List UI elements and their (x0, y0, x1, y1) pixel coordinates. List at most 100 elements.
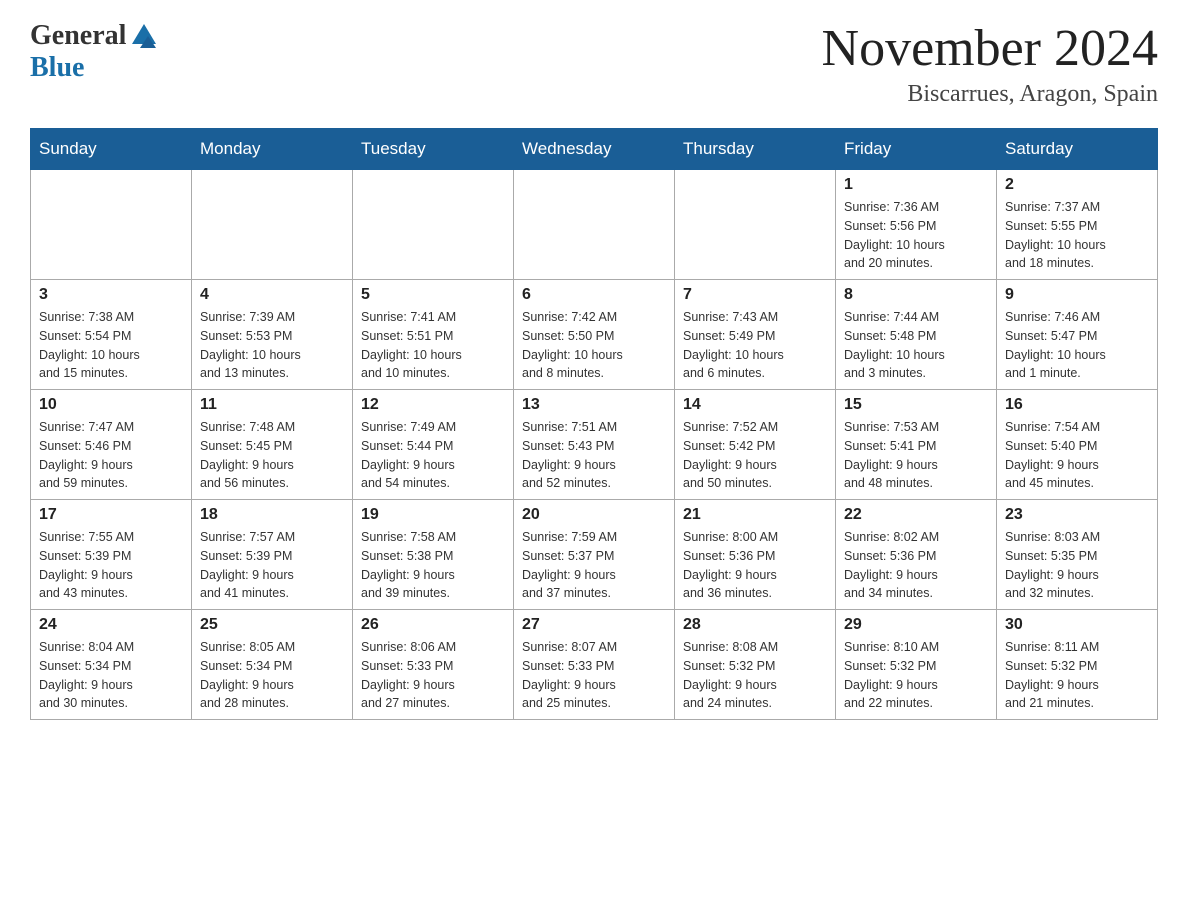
day-info: Sunrise: 7:58 AM Sunset: 5:38 PM Dayligh… (361, 530, 456, 600)
day-number: 4 (200, 286, 344, 304)
day-number: 6 (522, 286, 666, 304)
header-day-wednesday: Wednesday (514, 129, 675, 170)
calendar-cell: 5 Sunrise: 7:41 AM Sunset: 5:51 PM Daylig… (353, 280, 514, 390)
calendar-cell (31, 170, 192, 280)
day-number: 10 (39, 396, 183, 414)
calendar-cell: 25Sunrise: 8:05 AM Sunset: 5:34 PM Dayli… (192, 610, 353, 720)
calendar-cell: 8Sunrise: 7:44 AM Sunset: 5:48 PM Daylig… (836, 280, 997, 390)
calendar-cell (675, 170, 836, 280)
day-number: 12 (361, 396, 505, 414)
day-info: Sunrise: 7:54 AM Sunset: 5:40 PM Dayligh… (1005, 420, 1100, 490)
day-info: Sunrise: 8:06 AM Sunset: 5:33 PM Dayligh… (361, 640, 456, 710)
day-number: 9 (1005, 286, 1149, 304)
month-title: November 2024 (822, 20, 1158, 77)
day-info: Sunrise: 7:43 AM Sunset: 5:49 PM Dayligh… (683, 310, 784, 380)
day-number: 1 (844, 176, 988, 194)
calendar-cell: 1Sunrise: 7:36 AM Sunset: 5:56 PM Daylig… (836, 170, 997, 280)
day-info: Sunrise: 7:55 AM Sunset: 5:39 PM Dayligh… (39, 530, 134, 600)
calendar-header-row: SundayMondayTuesdayWednesdayThursdayFrid… (31, 129, 1158, 170)
logo: General Blue (30, 20, 164, 84)
calendar-cell: 28 Sunrise: 8:08 AM Sunset: 5:32 PM Dayli… (675, 610, 836, 720)
header-day-thursday: Thursday (675, 129, 836, 170)
day-number: 5 (361, 286, 505, 304)
calendar-cell: 19 Sunrise: 7:58 AM Sunset: 5:38 PM Dayli… (353, 500, 514, 610)
day-info: Sunrise: 7:38 AM Sunset: 5:54 PM Dayligh… (39, 310, 140, 380)
calendar-cell: 7 Sunrise: 7:43 AM Sunset: 5:49 PM Daylig… (675, 280, 836, 390)
calendar-cell: 22 Sunrise: 8:02 AM Sunset: 5:36 PM Dayli… (836, 500, 997, 610)
day-number: 15 (844, 396, 988, 414)
day-number: 29 (844, 616, 988, 634)
day-info: Sunrise: 8:04 AM Sunset: 5:34 PM Dayligh… (39, 640, 134, 710)
calendar-cell: 4 Sunrise: 7:39 AM Sunset: 5:53 PM Daylig… (192, 280, 353, 390)
calendar-cell: 14 Sunrise: 7:52 AM Sunset: 5:42 PM Dayli… (675, 390, 836, 500)
location-title: Biscarrues, Aragon, Spain (822, 81, 1158, 108)
day-info: Sunrise: 7:59 AM Sunset: 5:37 PM Dayligh… (522, 530, 617, 600)
day-info: Sunrise: 7:46 AM Sunset: 5:47 PM Dayligh… (1005, 310, 1106, 380)
calendar-cell: 26 Sunrise: 8:06 AM Sunset: 5:33 PM Dayli… (353, 610, 514, 720)
header-day-sunday: Sunday (31, 129, 192, 170)
day-number: 19 (361, 506, 505, 524)
day-number: 22 (844, 506, 988, 524)
logo-general-text: General (30, 20, 126, 52)
day-number: 2 (1005, 176, 1149, 194)
calendar-cell: 20Sunrise: 7:59 AM Sunset: 5:37 PM Dayli… (514, 500, 675, 610)
day-number: 18 (200, 506, 344, 524)
day-number: 13 (522, 396, 666, 414)
day-info: Sunrise: 7:41 AM Sunset: 5:51 PM Dayligh… (361, 310, 462, 380)
day-number: 27 (522, 616, 666, 634)
title-block: November 2024 Biscarrues, Aragon, Spain (822, 20, 1158, 108)
header-day-tuesday: Tuesday (353, 129, 514, 170)
day-info: Sunrise: 7:51 AM Sunset: 5:43 PM Dayligh… (522, 420, 617, 490)
day-info: Sunrise: 8:10 AM Sunset: 5:32 PM Dayligh… (844, 640, 939, 710)
logo-icon (128, 20, 160, 52)
calendar-table: SundayMondayTuesdayWednesdayThursdayFrid… (30, 128, 1158, 720)
day-number: 28 (683, 616, 827, 634)
day-number: 24 (39, 616, 183, 634)
day-info: Sunrise: 8:02 AM Sunset: 5:36 PM Dayligh… (844, 530, 939, 600)
header-day-friday: Friday (836, 129, 997, 170)
day-number: 17 (39, 506, 183, 524)
logo-blue-text: Blue (30, 52, 164, 84)
day-info: Sunrise: 7:42 AM Sunset: 5:50 PM Dayligh… (522, 310, 623, 380)
day-number: 11 (200, 396, 344, 414)
day-info: Sunrise: 7:37 AM Sunset: 5:55 PM Dayligh… (1005, 200, 1106, 270)
calendar-cell: 21 Sunrise: 8:00 AM Sunset: 5:36 PM Dayli… (675, 500, 836, 610)
calendar-cell: 29 Sunrise: 8:10 AM Sunset: 5:32 PM Dayli… (836, 610, 997, 720)
calendar-week-row: 3Sunrise: 7:38 AM Sunset: 5:54 PM Daylig… (31, 280, 1158, 390)
day-info: Sunrise: 8:00 AM Sunset: 5:36 PM Dayligh… (683, 530, 778, 600)
day-number: 30 (1005, 616, 1149, 634)
calendar-cell: 24 Sunrise: 8:04 AM Sunset: 5:34 PM Dayli… (31, 610, 192, 720)
calendar-cell: 27Sunrise: 8:07 AM Sunset: 5:33 PM Dayli… (514, 610, 675, 720)
header-day-monday: Monday (192, 129, 353, 170)
calendar-cell: 2 Sunrise: 7:37 AM Sunset: 5:55 PM Daylig… (997, 170, 1158, 280)
calendar-cell: 12Sunrise: 7:49 AM Sunset: 5:44 PM Dayli… (353, 390, 514, 500)
day-number: 23 (1005, 506, 1149, 524)
header-day-saturday: Saturday (997, 129, 1158, 170)
day-number: 21 (683, 506, 827, 524)
calendar-cell: 16 Sunrise: 7:54 AM Sunset: 5:40 PM Dayli… (997, 390, 1158, 500)
calendar-week-row: 1Sunrise: 7:36 AM Sunset: 5:56 PM Daylig… (31, 170, 1158, 280)
day-number: 26 (361, 616, 505, 634)
calendar-week-row: 24 Sunrise: 8:04 AM Sunset: 5:34 PM Dayli… (31, 610, 1158, 720)
calendar-week-row: 10 Sunrise: 7:47 AM Sunset: 5:46 PM Dayli… (31, 390, 1158, 500)
calendar-cell: 13 Sunrise: 7:51 AM Sunset: 5:43 PM Dayli… (514, 390, 675, 500)
day-info: Sunrise: 7:52 AM Sunset: 5:42 PM Dayligh… (683, 420, 778, 490)
day-number: 7 (683, 286, 827, 304)
day-info: Sunrise: 7:44 AM Sunset: 5:48 PM Dayligh… (844, 310, 945, 380)
calendar-week-row: 17 Sunrise: 7:55 AM Sunset: 5:39 PM Dayli… (31, 500, 1158, 610)
calendar-cell: 9 Sunrise: 7:46 AM Sunset: 5:47 PM Daylig… (997, 280, 1158, 390)
calendar-cell: 30 Sunrise: 8:11 AM Sunset: 5:32 PM Dayli… (997, 610, 1158, 720)
day-number: 16 (1005, 396, 1149, 414)
day-number: 25 (200, 616, 344, 634)
day-info: Sunrise: 7:39 AM Sunset: 5:53 PM Dayligh… (200, 310, 301, 380)
day-info: Sunrise: 7:53 AM Sunset: 5:41 PM Dayligh… (844, 420, 939, 490)
calendar-cell: 18Sunrise: 7:57 AM Sunset: 5:39 PM Dayli… (192, 500, 353, 610)
day-number: 14 (683, 396, 827, 414)
calendar-cell: 15 Sunrise: 7:53 AM Sunset: 5:41 PM Dayli… (836, 390, 997, 500)
day-info: Sunrise: 7:47 AM Sunset: 5:46 PM Dayligh… (39, 420, 134, 490)
calendar-cell: 11Sunrise: 7:48 AM Sunset: 5:45 PM Dayli… (192, 390, 353, 500)
page-header: General Blue November 2024 Biscarrues, A… (30, 20, 1158, 108)
day-info: Sunrise: 8:11 AM Sunset: 5:32 PM Dayligh… (1005, 640, 1099, 710)
day-info: Sunrise: 8:08 AM Sunset: 5:32 PM Dayligh… (683, 640, 778, 710)
calendar-cell: 3Sunrise: 7:38 AM Sunset: 5:54 PM Daylig… (31, 280, 192, 390)
